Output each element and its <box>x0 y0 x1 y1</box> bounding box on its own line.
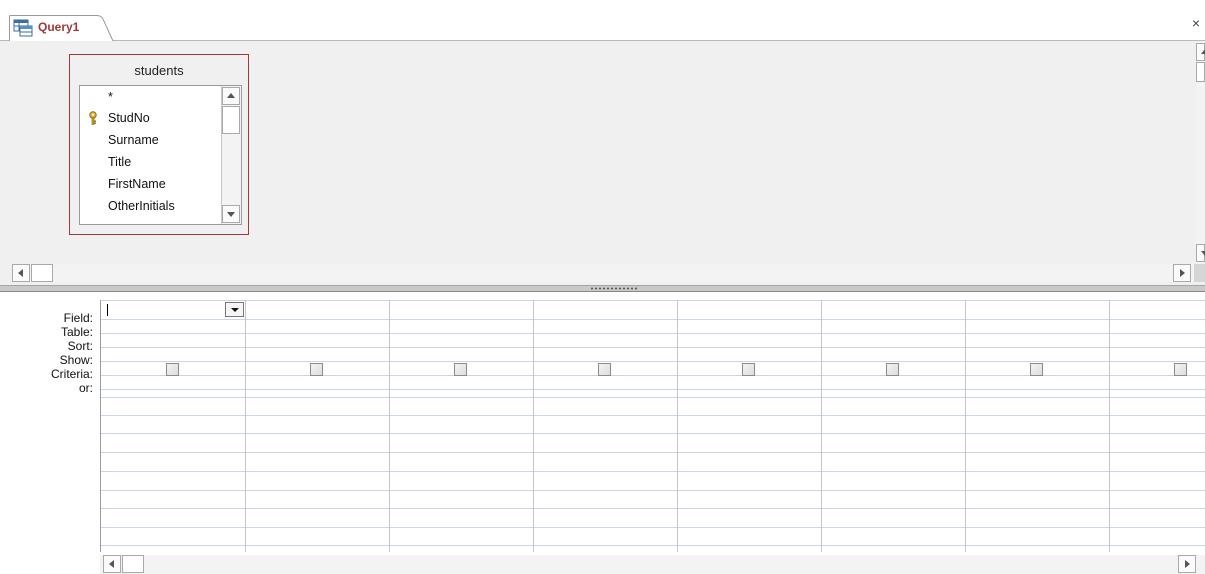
grid-row-line <box>101 508 1205 509</box>
grid-row-line <box>101 397 1205 398</box>
scroll-up-arrow-icon[interactable] <box>222 87 240 105</box>
grid-row-line <box>101 319 1205 320</box>
field-item-otherinitials[interactable]: OtherInitials <box>108 199 175 213</box>
scroll-right-arrow-icon[interactable] <box>1178 555 1196 573</box>
grid-row-line <box>101 490 1205 491</box>
field-list: * StudNo Surname Title FirstName OtherIn… <box>79 85 242 225</box>
field-item-title[interactable]: Title <box>108 155 131 169</box>
document-tab-strip: Query1 × <box>0 0 1205 42</box>
field-item-studno[interactable]: StudNo <box>108 111 150 125</box>
field-item-all[interactable]: * <box>108 90 113 104</box>
grid-row-line <box>101 452 1205 453</box>
grid-column-line <box>245 300 246 552</box>
field-dropdown-arrow-icon[interactable] <box>225 302 244 317</box>
scroll-right-arrow-icon[interactable] <box>1173 264 1191 282</box>
table-title: students <box>134 63 184 78</box>
grid-row-line <box>101 333 1205 334</box>
grid-column-line <box>1109 300 1110 552</box>
grid-column-line <box>677 300 678 552</box>
pane-splitter[interactable] <box>0 285 1205 292</box>
scroll-thumb[interactable] <box>122 555 144 573</box>
scroll-up-arrow-icon[interactable] <box>1196 43 1205 61</box>
text-caret <box>107 304 108 316</box>
table-pane-vertical-scrollbar[interactable] <box>1196 41 1205 264</box>
grid-row-line <box>101 471 1205 472</box>
table-pane-horizontal-scrollbar[interactable] <box>12 264 1205 282</box>
grid-row-line <box>101 361 1205 362</box>
grid-horizontal-scrollbar[interactable] <box>100 555 1205 574</box>
grid-row-line <box>101 389 1205 390</box>
query-design-icon <box>13 19 33 37</box>
scroll-thumb[interactable] <box>222 106 240 134</box>
grid-row-line <box>101 415 1205 416</box>
field-list-scrollbar[interactable] <box>221 86 241 224</box>
show-checkbox[interactable] <box>454 363 467 376</box>
scroll-thumb[interactable] <box>1196 62 1205 82</box>
scroll-corner <box>1194 264 1205 282</box>
scroll-left-arrow-icon[interactable] <box>12 264 30 282</box>
row-label-field: Field: <box>63 311 93 325</box>
grid-row-line <box>101 433 1205 434</box>
primary-key-icon <box>89 111 97 125</box>
show-checkbox[interactable] <box>1030 363 1043 376</box>
tab-query1[interactable]: Query1 <box>9 15 115 42</box>
row-label-or: or: <box>78 381 93 395</box>
close-document-button[interactable]: × <box>1189 15 1203 31</box>
grid-row-line <box>101 527 1205 528</box>
show-checkbox[interactable] <box>166 363 179 376</box>
show-checkbox[interactable] <box>1174 363 1187 376</box>
scroll-left-arrow-icon[interactable] <box>103 555 121 573</box>
field-item-firstname[interactable]: FirstName <box>108 177 166 191</box>
grid-column-line <box>821 300 822 552</box>
row-label-table: Table: <box>60 325 93 339</box>
tab-title: Query1 <box>38 20 80 34</box>
show-checkbox[interactable] <box>742 363 755 376</box>
grid-column-line <box>965 300 966 552</box>
show-checkbox[interactable] <box>886 363 899 376</box>
show-checkbox[interactable] <box>310 363 323 376</box>
grid-row-line <box>101 347 1205 348</box>
show-checkbox[interactable] <box>598 363 611 376</box>
row-label-criteria: Criteria: <box>50 367 93 381</box>
row-label-sort: Sort: <box>67 339 93 353</box>
splitter-grip-icon[interactable] <box>590 287 638 290</box>
query-design-window: Query1 × students * StudNo Surname Title… <box>0 0 1205 574</box>
scroll-thumb[interactable] <box>31 264 53 282</box>
query-design-grid[interactable] <box>100 300 1205 552</box>
scroll-down-arrow-icon[interactable] <box>222 205 240 223</box>
grid-row-line <box>101 300 1205 301</box>
scroll-down-arrow-icon[interactable] <box>1196 244 1205 262</box>
table-pane: students * StudNo Surname Title FirstNam… <box>0 41 1205 285</box>
grid-row-line <box>101 545 1205 546</box>
grid-column-line <box>389 300 390 552</box>
field-cell-col1[interactable] <box>102 301 245 319</box>
table-field-list-window[interactable]: students * StudNo Surname Title FirstNam… <box>69 54 249 235</box>
grid-column-line <box>533 300 534 552</box>
row-label-show: Show: <box>59 353 93 367</box>
design-grid-pane: Field: Table: Sort: Show: Criteria: or: <box>0 292 1205 574</box>
field-item-surname[interactable]: Surname <box>108 133 159 147</box>
